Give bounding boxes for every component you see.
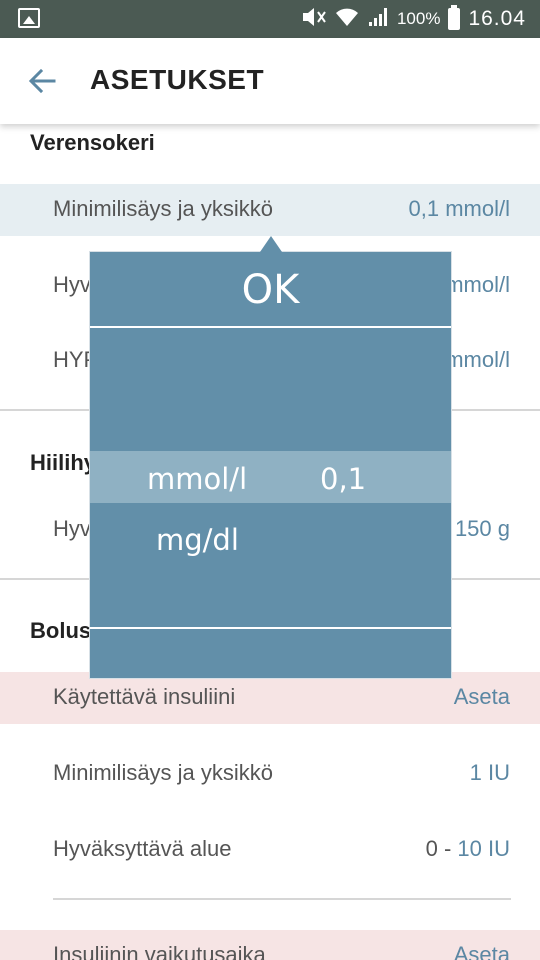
status-icons: 100% 16.04 (301, 0, 526, 38)
picker-divider-bottom (90, 627, 451, 629)
range-max: 10 IU (457, 836, 510, 861)
signal-icon (367, 6, 389, 32)
dialog-pointer (260, 236, 282, 252)
setting-row-insulin-duration[interactable]: Insuliinin vaikutusaika Aseta (0, 930, 540, 960)
setting-value: Aseta (453, 684, 510, 709)
wifi-icon (335, 6, 359, 32)
status-bar: 100% 16.04 (0, 0, 540, 38)
range-min: 0 - (425, 836, 458, 861)
back-arrow-icon[interactable] (26, 64, 60, 98)
setting-value: mmol/l (445, 272, 510, 297)
section-title-bolus: Bolusi (30, 618, 98, 643)
image-icon (18, 8, 40, 28)
setting-label: Hyv (53, 272, 91, 297)
setting-label: Hyv (53, 516, 91, 541)
battery-icon (448, 5, 461, 30)
clock: 16.04 (468, 7, 526, 30)
mute-icon (301, 6, 327, 32)
setting-row-min-increment-blood-sugar[interactable]: Minimilisäys ja yksikkö 0,1 mmol/l (0, 184, 540, 236)
picker-divider-top (90, 326, 451, 328)
unit-picker-selected[interactable]: mmol/l (147, 462, 247, 496)
section-title-carbs: Hiilihy (30, 450, 97, 475)
section-title-blood-sugar: Verensokeri (30, 130, 155, 155)
ok-button[interactable]: OK (90, 252, 451, 327)
setting-label: Käytettävä insuliini (53, 684, 236, 709)
page-title: ASETUKSET (90, 64, 265, 95)
setting-label: Hyväksyttävä alue (53, 836, 232, 861)
setting-label: Minimilisäys ja yksikkö (53, 760, 274, 785)
unit-picker-option[interactable]: mg/dl (156, 523, 239, 557)
battery-percent: 100% (396, 9, 441, 28)
setting-label: Insuliinin vaikutusaika (53, 942, 266, 960)
setting-row-min-increment-bolus[interactable]: Minimilisäys ja yksikkö 1 IU (0, 748, 540, 800)
setting-row-insulin-type[interactable]: Käytettävä insuliini Aseta (0, 672, 540, 724)
setting-value: 1 IU (469, 760, 510, 785)
setting-value: 0 - 10 IU (426, 836, 510, 862)
app-bar: ASETUKSET (0, 38, 540, 124)
setting-value: Aseta (453, 942, 510, 960)
setting-label: Minimilisäys ja yksikkö (53, 196, 274, 221)
setting-row-bolus-range[interactable]: Hyväksyttävä alue 0 - 10 IU (0, 824, 540, 876)
increment-picker-selected[interactable]: 0,1 (320, 462, 366, 496)
setting-value: 150 g (454, 516, 510, 541)
setting-value: mmol/l (445, 347, 510, 372)
picker-selection-band (90, 451, 451, 503)
setting-value: 0,1 mmol/l (408, 196, 510, 221)
row-divider (53, 898, 511, 900)
unit-picker-dialog: OK mmol/l 0,1 mg/dl (90, 252, 451, 678)
